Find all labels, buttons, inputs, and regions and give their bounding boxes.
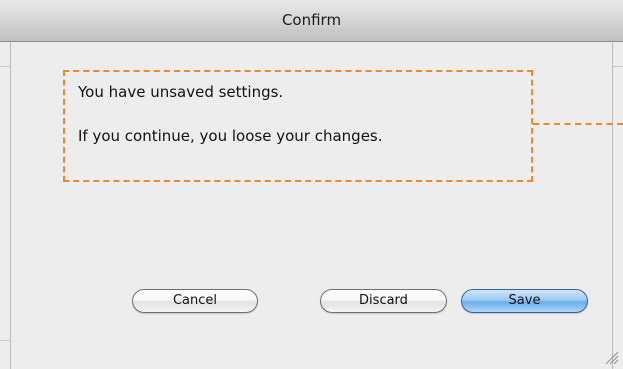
- background-divider: [613, 66, 623, 67]
- dialog-title-bar[interactable]: Confirm: [0, 0, 623, 42]
- dialog-title: Confirm: [281, 11, 342, 29]
- message-text-warning: If you continue, you loose your changes.: [78, 127, 383, 145]
- cancel-button[interactable]: Cancel: [132, 289, 258, 313]
- annotation-callout-line: [533, 123, 623, 125]
- window-edge-right: [612, 42, 613, 369]
- background-divider: [0, 340, 10, 341]
- save-button[interactable]: Save: [461, 289, 588, 313]
- resize-grip-icon[interactable]: [603, 349, 619, 365]
- message-text-unsaved: You have unsaved settings.: [78, 83, 284, 101]
- background-divider: [0, 66, 10, 67]
- window-edge-left: [10, 42, 11, 369]
- discard-button[interactable]: Discard: [320, 289, 447, 313]
